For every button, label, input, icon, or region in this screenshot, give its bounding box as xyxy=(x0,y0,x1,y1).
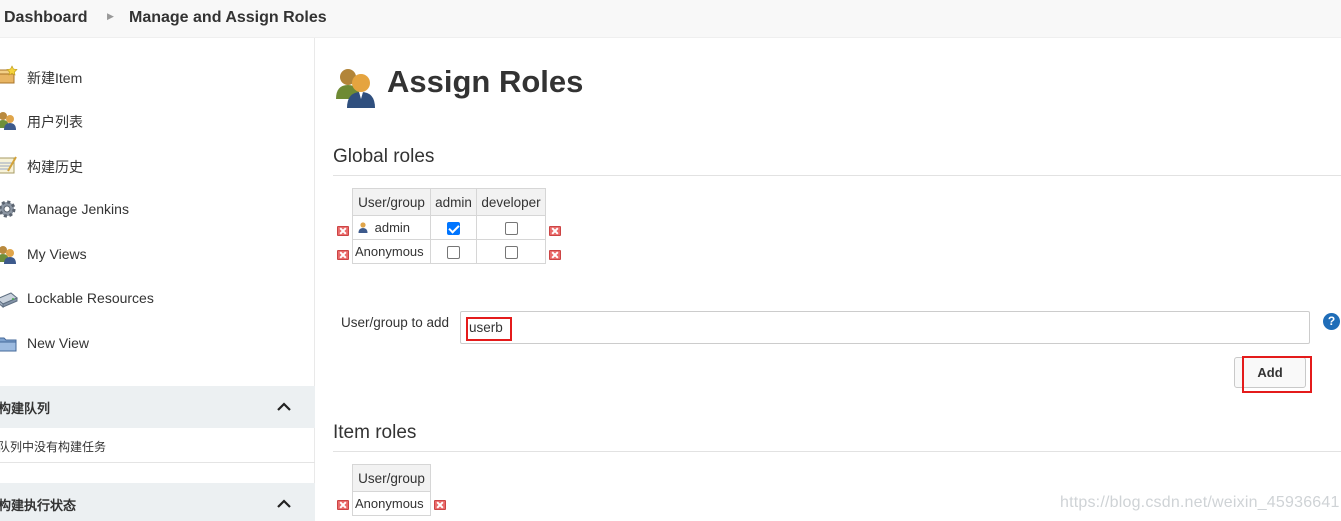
executors-title: 构建执行状态 xyxy=(0,498,77,513)
sidebar-item-label: New View xyxy=(27,335,89,351)
sidebar: 新建Item 用户列表 构建历史 Manage Jenkins My Views… xyxy=(0,38,315,521)
sidebar-item-people[interactable]: 用户列表 xyxy=(0,105,315,137)
global-roles-heading: Global roles xyxy=(333,146,1341,176)
breadcrumb-dashboard[interactable]: Dashboard xyxy=(4,9,88,27)
user-cell: admin xyxy=(352,215,431,240)
assign-roles-icon xyxy=(336,69,375,108)
delete-row-icon[interactable] xyxy=(337,250,349,260)
delete-row-icon[interactable] xyxy=(434,500,446,510)
build-queue-title: 构建队列 xyxy=(0,401,51,416)
sidebar-item-new-item[interactable]: 新建Item xyxy=(0,61,315,93)
user-cell: Anonymous xyxy=(352,239,431,264)
build-queue-body: 队列中没有构建任务 xyxy=(0,428,315,463)
chevron-up-icon[interactable] xyxy=(275,495,293,513)
chevron-up-icon[interactable] xyxy=(275,398,293,416)
build-queue-empty-text: 队列中没有构建任务 xyxy=(0,440,107,454)
sidebar-item-my-views[interactable]: My Views xyxy=(0,239,315,271)
delete-row-icon[interactable] xyxy=(549,250,561,260)
people-icon xyxy=(0,246,16,264)
global-roles-table: User/group admin developer admin Anonymo… xyxy=(352,188,546,264)
developer-role-checkbox[interactable] xyxy=(504,246,518,260)
gear-icon xyxy=(0,200,16,218)
delete-row-icon[interactable] xyxy=(337,226,349,236)
column-header-admin: admin xyxy=(430,188,477,216)
developer-role-checkbox[interactable] xyxy=(504,222,518,236)
new-item-icon xyxy=(0,65,18,84)
column-header-user-group: User/group xyxy=(352,464,431,492)
sidebar-item-label: My Views xyxy=(27,246,87,262)
main-panel: Assign Roles Global roles User/group adm… xyxy=(315,38,1341,521)
admin-role-checkbox[interactable] xyxy=(447,246,460,260)
sidebar-item-label: 用户列表 xyxy=(27,114,83,130)
folder-icon xyxy=(0,337,17,352)
column-header-user-group: User/group xyxy=(352,188,431,216)
watermark: https://blog.csdn.net/weixin_45936641 xyxy=(1060,494,1340,511)
column-header-developer: developer xyxy=(476,188,546,216)
page-title: Assign Roles xyxy=(387,64,584,99)
build-queue-header[interactable]: 构建队列 xyxy=(0,386,315,428)
user-name: Anonymous xyxy=(355,496,424,511)
item-roles-table: User/group Anonymous xyxy=(352,464,431,516)
table-row: admin xyxy=(352,215,546,240)
user-group-to-add-label: User/group to add xyxy=(341,315,450,330)
notepad-icon xyxy=(0,156,17,174)
delete-row-icon[interactable] xyxy=(337,500,349,510)
sidebar-item-label: Lockable Resources xyxy=(27,290,154,306)
user-group-to-add-input[interactable] xyxy=(460,311,1310,344)
executors-header[interactable]: 构建执行状态 xyxy=(0,483,315,521)
user-name: Anonymous xyxy=(355,244,424,259)
item-roles-heading: Item roles xyxy=(333,422,1341,452)
user-cell: Anonymous xyxy=(352,491,431,516)
people-icon xyxy=(0,112,16,130)
breadcrumb-manage-roles[interactable]: Manage and Assign Roles xyxy=(129,9,327,27)
table-row: Anonymous xyxy=(352,491,431,516)
sidebar-item-label: Manage Jenkins xyxy=(27,201,129,217)
network-drive-icon xyxy=(0,292,18,309)
sidebar-item-label: 构建历史 xyxy=(27,159,83,175)
table-row: Anonymous xyxy=(352,239,546,264)
sidebar-item-manage-jenkins[interactable]: Manage Jenkins xyxy=(0,194,315,226)
highlight-box xyxy=(1242,356,1312,393)
help-icon[interactable]: ? xyxy=(1323,313,1340,330)
sidebar-item-build-history[interactable]: 构建历史 xyxy=(0,150,315,182)
highlight-box xyxy=(466,317,512,341)
sidebar-item-lockable-resources[interactable]: Lockable Resources xyxy=(0,283,315,315)
sidebar-item-new-view[interactable]: New View xyxy=(0,328,315,360)
admin-role-checkbox[interactable] xyxy=(447,222,460,236)
breadcrumb: Dashboard ▶ Manage and Assign Roles xyxy=(0,0,1341,38)
user-icon xyxy=(358,222,368,233)
user-name: admin xyxy=(374,220,411,235)
breadcrumb-separator-icon: ▶ xyxy=(107,11,114,21)
delete-row-icon[interactable] xyxy=(549,226,561,236)
sidebar-item-label: 新建Item xyxy=(27,70,83,86)
